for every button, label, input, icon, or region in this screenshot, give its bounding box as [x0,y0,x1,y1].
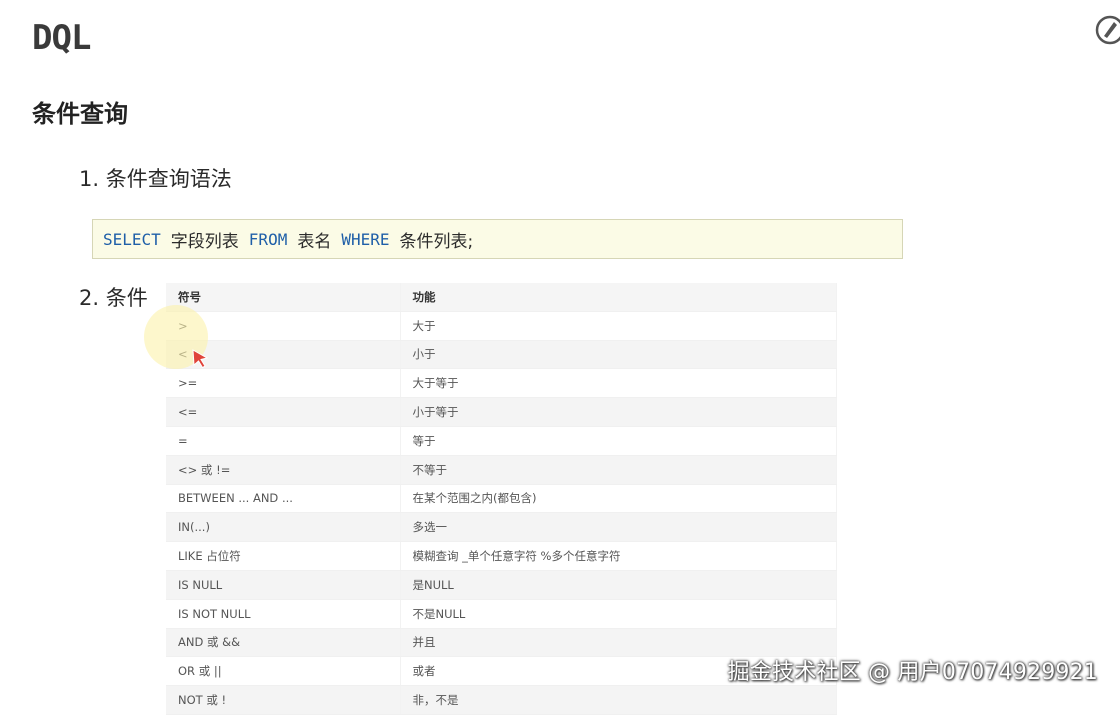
function-cell: 大于 [400,311,837,341]
function-cell: 非，不是 [400,685,837,715]
step-2-label: 2. 条件 [79,286,148,310]
conditions-table: 符号 功能 > 大于 < 小于 >= 大于等于 <= 小于等于 = 等于 <> 或 != 不… [166,283,837,715]
symbol-cell: = [166,426,401,456]
function-cell: 多选一 [400,512,837,543]
table-header-function: 功能 [400,283,837,312]
table-row: = 等于 [166,426,837,456]
section-title: 条件查询 [32,100,128,128]
function-cell: 模糊查询 _单个任意字符 %多个任意字符 [400,541,837,571]
symbol-cell: LIKE 占位符 [166,541,401,571]
table-row: >= 大于等于 [166,368,837,399]
symbol-cell: <= [166,397,401,427]
code-table-name: 表名 [297,231,332,252]
code-keyword-from: FROM [248,229,288,249]
symbol-cell: IS NULL [166,570,401,600]
symbol-cell: IN(...) [166,512,401,543]
table-row: <> 或 != 不等于 [166,455,837,485]
symbol-cell: >= [166,368,401,399]
symbol-cell: BETWEEN ... AND ... [166,484,401,514]
table-row: IS NOT NULL 不是NULL [166,599,837,629]
code-keyword-where: WHERE [341,229,390,249]
function-cell: 在某个范围之内(都包含) [400,484,837,514]
table-row: BETWEEN ... AND ... 在某个范围之内(都包含) [166,484,837,514]
table-row: AND 或 && 并且 [166,628,837,658]
table-row: NOT 或 ! 非，不是 [166,685,837,715]
function-cell: 是NULL [400,570,837,600]
function-cell: 大于等于 [400,368,837,399]
code-condition-list: 条件列表; [399,231,474,252]
symbol-cell: OR 或 || [166,656,401,687]
symbol-cell: AND 或 && [166,628,401,658]
function-cell: 并且 [400,628,837,658]
table-row: LIKE 占位符 模糊查询 _单个任意字符 %多个任意字符 [166,541,837,571]
symbol-cell: > [166,311,401,341]
step-1-label: 1. 条件查询语法 [79,167,232,191]
function-cell: 不是NULL [400,599,837,629]
symbol-cell: <> 或 != [166,455,401,485]
function-cell: 等于 [400,426,837,456]
table-row: IS NULL 是NULL [166,570,837,600]
symbol-cell: IS NOT NULL [166,599,401,629]
symbol-cell: < [166,340,401,370]
sql-code-block: SELECT 字段列表 FROM 表名 WHERE 条件列表; [92,219,903,259]
table-row: > 大于 [166,311,837,341]
table-header-row: 符号 功能 [166,283,837,312]
document-title: DQL [32,18,91,58]
function-cell: 不等于 [400,455,837,485]
table-row: < 小于 [166,340,837,370]
watermark-text: 掘金技术社区 @ 用户07074929921 [727,660,1098,685]
code-field-list: 字段列表 [170,231,239,252]
symbol-cell: NOT 或 ! [166,685,401,715]
code-keyword-select: SELECT [103,229,161,249]
function-cell: 小于 [400,340,837,370]
table-row: IN(...) 多选一 [166,512,837,543]
table-row: <= 小于等于 [166,397,837,427]
logo-icon [1095,15,1120,45]
function-cell: 小于等于 [400,397,837,427]
table-header-symbol: 符号 [166,283,401,312]
